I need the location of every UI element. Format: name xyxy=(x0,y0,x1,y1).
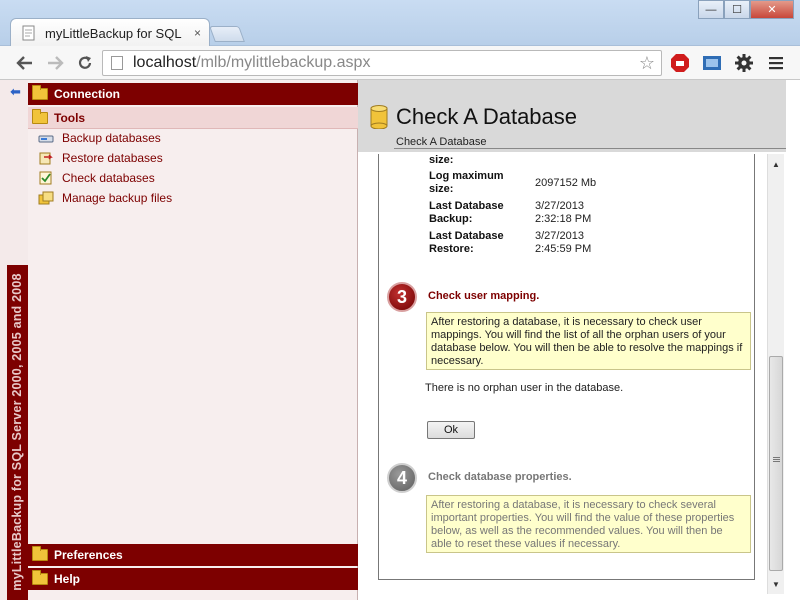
content-box: size: Log maximum size: 2097152 Mb Last … xyxy=(378,154,755,580)
property-label: Restore: xyxy=(429,243,474,255)
property-value: 2:45:59 PM xyxy=(535,243,592,255)
step-4-badge: 4 xyxy=(387,463,417,493)
url-path: /mlb/mylittlebackup.aspx xyxy=(196,54,371,71)
settings-icon[interactable] xyxy=(734,53,754,73)
folder-icon xyxy=(32,546,48,561)
section-help-label: Help xyxy=(54,572,81,586)
browser-tab[interactable]: myLittleBackup for SQL Se × xyxy=(10,18,210,47)
folder-open-icon xyxy=(32,108,48,124)
section-tools[interactable]: Tools xyxy=(28,107,358,129)
content-scrollbar[interactable]: ▲ ▼ xyxy=(767,154,784,594)
url-host: localhost xyxy=(133,54,197,71)
folder-icon xyxy=(32,85,48,100)
check-icon xyxy=(39,171,52,185)
sidebar-item-label: Restore databases xyxy=(62,151,163,165)
maximize-button[interactable]: ☐ xyxy=(724,0,750,19)
scroll-down-icon[interactable]: ▼ xyxy=(768,576,784,592)
property-label: Backup: xyxy=(429,213,473,225)
step-3-info: After restoring a database, it is necess… xyxy=(426,312,751,370)
step-4-title: Check database properties. xyxy=(428,471,572,483)
step-3-status: There is no orphan user in the database. xyxy=(425,382,624,394)
backup-icon xyxy=(38,135,54,143)
manage-files-icon xyxy=(38,191,54,205)
scroll-up-icon[interactable]: ▲ xyxy=(768,156,784,172)
section-preferences-label: Preferences xyxy=(54,548,123,562)
page-title: Check A Database xyxy=(396,104,578,129)
database-icon xyxy=(370,105,388,129)
property-label: size: xyxy=(429,183,454,195)
scroll-grip-icon xyxy=(773,457,780,458)
tab-close-icon[interactable]: × xyxy=(194,26,201,40)
sidebar-item-label: Manage backup files xyxy=(62,191,173,205)
property-value: 2:32:18 PM xyxy=(535,213,592,225)
adblock-icon[interactable] xyxy=(670,53,690,73)
section-connection-label: Connection xyxy=(54,87,120,101)
step-3-title: Check user mapping. xyxy=(428,290,540,302)
close-window-button[interactable]: ✕ xyxy=(750,0,794,19)
sidebar-item-check-databases[interactable]: Check databases xyxy=(38,169,155,187)
back-icon[interactable] xyxy=(12,51,38,75)
page-header: Check A Database Check A Database xyxy=(358,80,786,152)
property-label: Last Database xyxy=(429,200,504,212)
page-content: ⬅ myLittleBackup for SQL Server 2000, 20… xyxy=(0,80,800,600)
sidebar-item-manage-backup-files[interactable]: Manage backup files xyxy=(38,189,172,207)
window-controls: — ☐ ✕ xyxy=(698,0,794,19)
reload-icon[interactable] xyxy=(72,51,98,75)
section-connection[interactable]: Connection xyxy=(28,83,358,105)
property-value: 3/27/2013 xyxy=(535,230,584,242)
section-help[interactable]: Help xyxy=(28,568,358,590)
property-label: Log maximum xyxy=(429,170,504,182)
folder-icon xyxy=(32,570,48,585)
step-4-info: After restoring a database, it is necess… xyxy=(426,495,751,553)
tab-title: myLittleBackup for SQL Se xyxy=(45,25,185,41)
property-value: 2097152 Mb xyxy=(535,177,597,189)
address-bar[interactable]: localhost /mlb/mylittlebackup.aspx ☆ xyxy=(102,50,662,76)
header-divider xyxy=(394,148,786,149)
star-icon[interactable]: ☆ xyxy=(639,53,655,74)
sidebar-item-backup-databases[interactable]: Backup databases xyxy=(38,129,161,147)
app-vertical-title: myLittleBackup for SQL Server 2000, 2005… xyxy=(10,273,24,591)
menu-icon[interactable] xyxy=(766,53,786,73)
main-panel: Check A Database Check A Database size: … xyxy=(358,80,800,600)
sidebar-item-label: Check databases xyxy=(62,171,155,185)
sidebar-item-restore-databases[interactable]: Restore databases xyxy=(38,149,163,167)
scroll-thumb[interactable] xyxy=(769,356,783,571)
restore-icon xyxy=(39,152,53,165)
minimize-button[interactable]: — xyxy=(698,0,724,19)
section-preferences[interactable]: Preferences xyxy=(28,544,358,566)
page-favicon-icon xyxy=(22,25,35,41)
extension-icon[interactable] xyxy=(702,53,722,73)
breadcrumb: Check A Database xyxy=(396,136,487,148)
forward-icon[interactable] xyxy=(42,51,68,75)
ok-button[interactable]: Ok xyxy=(427,421,475,439)
step-3-badge: 3 xyxy=(387,282,417,312)
property-label: size: xyxy=(429,154,454,166)
new-tab-button[interactable] xyxy=(209,26,245,42)
property-value: 3/27/2013 xyxy=(535,200,584,212)
section-tools-label: Tools xyxy=(54,110,86,125)
property-label: Last Database xyxy=(429,230,504,242)
browser-titlebar: myLittleBackup for SQL Se × — ☐ ✕ xyxy=(0,0,800,47)
collapse-arrow-icon[interactable]: ⬅ xyxy=(10,84,21,100)
browser-toolbar: localhost /mlb/mylittlebackup.aspx ☆ xyxy=(0,46,800,80)
sidebar-item-label: Backup databases xyxy=(62,131,161,145)
page-icon xyxy=(111,56,123,70)
